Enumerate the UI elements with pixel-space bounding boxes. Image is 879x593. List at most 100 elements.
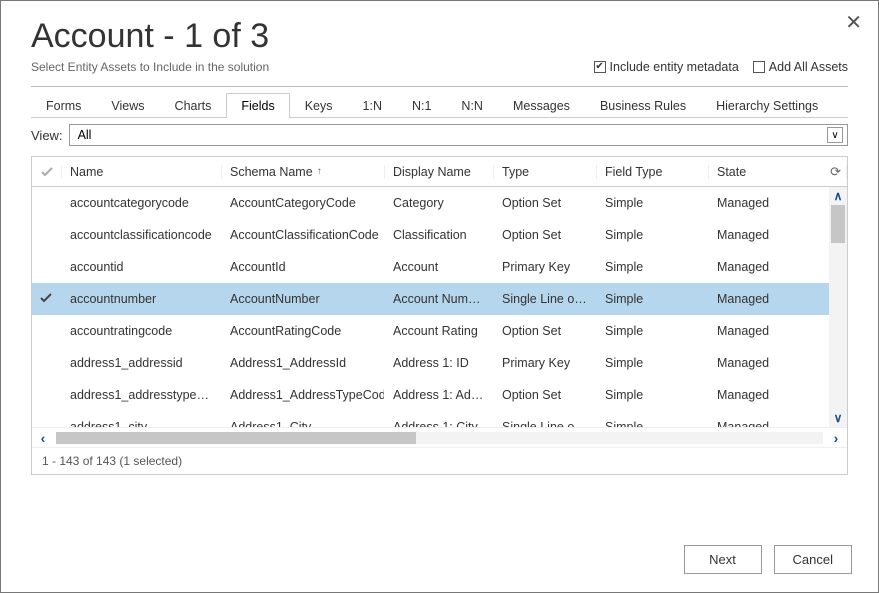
scroll-track[interactable] bbox=[829, 205, 847, 409]
scroll-up-icon[interactable]: ∧ bbox=[829, 187, 847, 205]
cell-schema: AccountNumber bbox=[222, 292, 385, 306]
cell-ftype: Simple bbox=[597, 388, 709, 402]
row-checkbox[interactable] bbox=[32, 292, 62, 307]
cell-name: accountcategorycode bbox=[62, 196, 222, 210]
tab-n-n[interactable]: N:N bbox=[446, 93, 498, 118]
cell-schema: AccountRatingCode bbox=[222, 324, 385, 338]
cell-ftype: Simple bbox=[597, 420, 709, 427]
scroll-down-icon[interactable]: ∨ bbox=[829, 409, 847, 427]
cell-ftype: Simple bbox=[597, 324, 709, 338]
column-state[interactable]: State bbox=[709, 165, 847, 179]
horizontal-scrollbar[interactable]: ‹ › bbox=[32, 427, 847, 447]
cell-schema: Address1_AddressTypeCode bbox=[222, 388, 385, 402]
page-title: Account - 1 of 3 bbox=[31, 17, 848, 56]
cell-name: address1_city bbox=[62, 420, 222, 427]
chevron-down-icon: ∨ bbox=[827, 127, 843, 143]
row-checkbox[interactable] bbox=[32, 260, 62, 275]
row-checkbox[interactable] bbox=[32, 420, 62, 428]
checkbox-checked-icon: ✔ bbox=[594, 61, 606, 73]
vertical-scrollbar[interactable]: ∧ ∨ bbox=[829, 187, 847, 427]
column-name[interactable]: Name bbox=[62, 165, 222, 179]
cell-state: Managed bbox=[709, 388, 847, 402]
scroll-thumb[interactable] bbox=[831, 205, 845, 243]
hscroll-thumb[interactable] bbox=[56, 432, 416, 444]
table-row[interactable]: accountclassificationcodeAccountClassifi… bbox=[32, 219, 847, 251]
check-icon bbox=[40, 388, 52, 400]
column-field-type[interactable]: Field Type bbox=[597, 165, 709, 179]
check-icon bbox=[40, 292, 52, 304]
cell-type: Primary Key bbox=[494, 260, 597, 274]
cell-display: Account bbox=[385, 260, 494, 274]
tab-business-rules[interactable]: Business Rules bbox=[585, 93, 701, 118]
row-checkbox[interactable] bbox=[32, 388, 62, 403]
include-metadata-checkbox[interactable]: ✔ Include entity metadata bbox=[594, 60, 739, 74]
cell-display: Address 1: City bbox=[385, 420, 494, 427]
scroll-right-icon[interactable]: › bbox=[825, 430, 847, 446]
include-metadata-label: Include entity metadata bbox=[610, 60, 739, 74]
checkbox-unchecked-icon bbox=[753, 61, 765, 73]
cell-name: accountid bbox=[62, 260, 222, 274]
tab-charts[interactable]: Charts bbox=[160, 93, 227, 118]
cell-state: Managed bbox=[709, 420, 847, 427]
table-row[interactable]: address1_cityAddress1_CityAddress 1: Cit… bbox=[32, 411, 847, 427]
cell-schema: Address1_City bbox=[222, 420, 385, 427]
table-row[interactable]: address1_addresstypecodeAddress1_Address… bbox=[32, 379, 847, 411]
tab-keys[interactable]: Keys bbox=[290, 93, 348, 118]
tab-messages[interactable]: Messages bbox=[498, 93, 585, 118]
row-checkbox[interactable] bbox=[32, 324, 62, 339]
tab-hierarchy-settings[interactable]: Hierarchy Settings bbox=[701, 93, 833, 118]
check-icon bbox=[40, 324, 52, 336]
scroll-left-icon[interactable]: ‹ bbox=[32, 430, 54, 446]
row-checkbox[interactable] bbox=[32, 196, 62, 211]
column-display-name[interactable]: Display Name bbox=[385, 165, 494, 179]
cell-state: Managed bbox=[709, 228, 847, 242]
check-icon bbox=[40, 420, 52, 428]
tab-1-n[interactable]: 1:N bbox=[348, 93, 397, 118]
cell-state: Managed bbox=[709, 356, 847, 370]
select-all-checkbox[interactable] bbox=[32, 166, 62, 178]
check-icon bbox=[40, 356, 52, 368]
cell-name: accountratingcode bbox=[62, 324, 222, 338]
cell-display: Category bbox=[385, 196, 494, 210]
cell-name: accountnumber bbox=[62, 292, 222, 306]
cell-schema: AccountId bbox=[222, 260, 385, 274]
column-schema-name[interactable]: Schema Name ↑ bbox=[222, 165, 385, 179]
table-row[interactable]: accountnumberAccountNumberAccount Number… bbox=[32, 283, 847, 315]
tab-n-1[interactable]: N:1 bbox=[397, 93, 446, 118]
column-type[interactable]: Type bbox=[494, 165, 597, 179]
cell-state: Managed bbox=[709, 292, 847, 306]
add-all-assets-checkbox[interactable]: Add All Assets bbox=[753, 60, 848, 74]
table-row[interactable]: accountratingcodeAccountRatingCodeAccoun… bbox=[32, 315, 847, 347]
view-dropdown[interactable]: All ∨ bbox=[69, 124, 848, 146]
check-icon bbox=[40, 196, 52, 208]
tab-fields[interactable]: Fields bbox=[226, 93, 289, 118]
cell-schema: Address1_AddressId bbox=[222, 356, 385, 370]
cell-type: Single Line of Text bbox=[494, 420, 597, 427]
cell-type: Option Set bbox=[494, 196, 597, 210]
close-icon[interactable]: ✕ bbox=[845, 13, 862, 33]
cell-type: Option Set bbox=[494, 324, 597, 338]
cell-ftype: Simple bbox=[597, 228, 709, 242]
check-icon bbox=[40, 228, 52, 240]
tab-forms[interactable]: Forms bbox=[31, 93, 96, 118]
cancel-button[interactable]: Cancel bbox=[774, 545, 852, 574]
table-row[interactable]: accountidAccountIdAccountPrimary KeySimp… bbox=[32, 251, 847, 283]
cell-ftype: Simple bbox=[597, 356, 709, 370]
cell-state: Managed bbox=[709, 260, 847, 274]
hscroll-track[interactable] bbox=[56, 432, 823, 444]
row-checkbox[interactable] bbox=[32, 356, 62, 371]
view-label: View: bbox=[31, 128, 63, 143]
table-row[interactable]: address1_addressidAddress1_AddressIdAddr… bbox=[32, 347, 847, 379]
cell-name: accountclassificationcode bbox=[62, 228, 222, 242]
row-checkbox[interactable] bbox=[32, 228, 62, 243]
refresh-icon[interactable]: ⟳ bbox=[830, 164, 841, 180]
fields-grid: Name Schema Name ↑ Display Name Type Fie… bbox=[31, 156, 848, 475]
cell-type: Option Set bbox=[494, 388, 597, 402]
tab-views[interactable]: Views bbox=[96, 93, 159, 118]
table-row[interactable]: accountcategorycodeAccountCategoryCodeCa… bbox=[32, 187, 847, 219]
add-all-assets-label: Add All Assets bbox=[769, 60, 848, 74]
next-button[interactable]: Next bbox=[684, 545, 762, 574]
cell-ftype: Simple bbox=[597, 260, 709, 274]
column-schema-label: Schema Name bbox=[230, 165, 313, 179]
cell-display: Address 1: ID bbox=[385, 356, 494, 370]
